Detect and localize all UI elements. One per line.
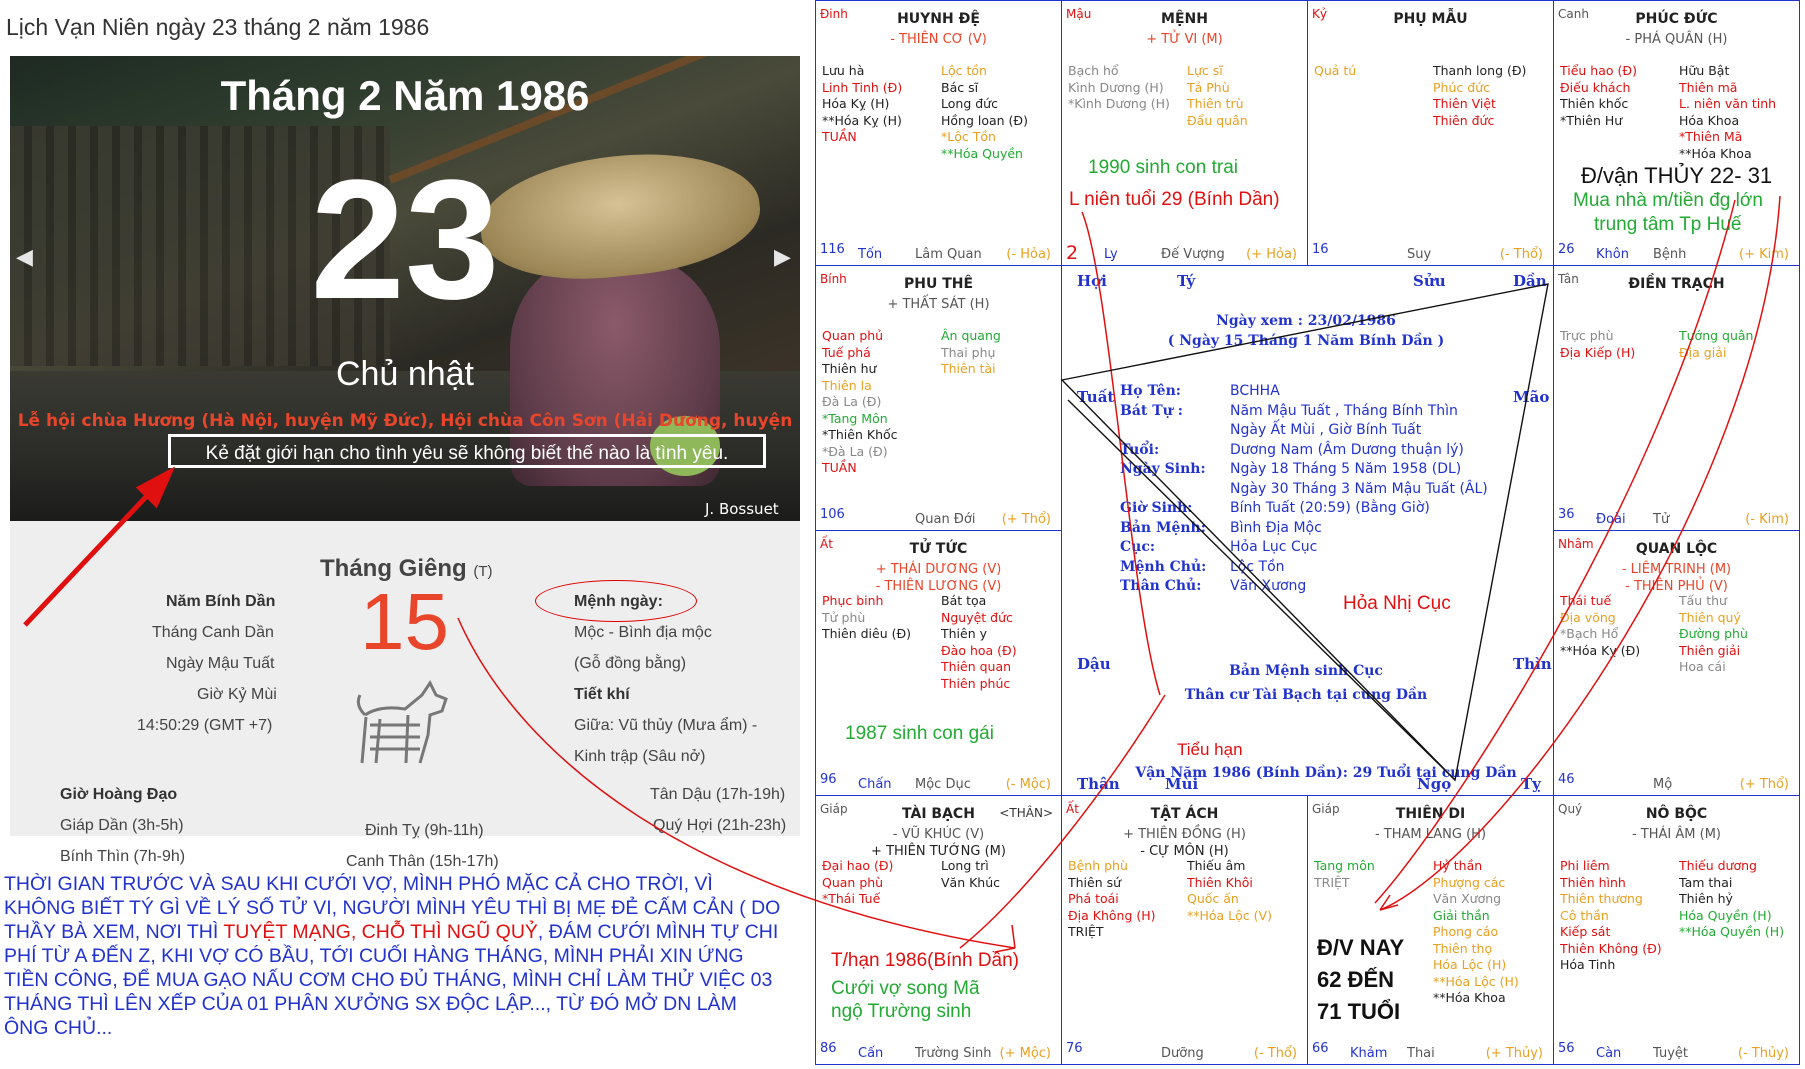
line-tieuhan-to-dan xyxy=(959,694,1166,949)
line-daivan xyxy=(1379,195,1781,911)
xung-line xyxy=(1067,399,1456,781)
line-lunar-to-tieuhan xyxy=(457,617,1016,949)
tam-hop-triangle xyxy=(1060,283,1549,782)
line-muanha xyxy=(1374,199,1736,904)
annotation-lines xyxy=(23,195,1781,953)
line-luunien xyxy=(1081,211,1161,696)
